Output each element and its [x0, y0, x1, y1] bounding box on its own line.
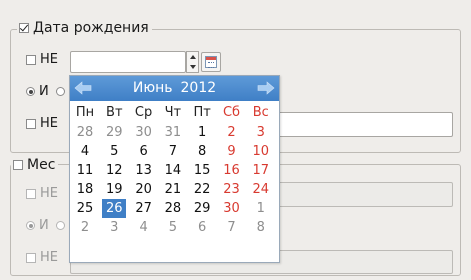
calendar-day[interactable]: 31 [161, 123, 185, 142]
birthdate-not2-label: НЕ [40, 116, 58, 131]
spin-up-icon[interactable] [190, 55, 196, 59]
birthdate-title: Дата рождения [33, 20, 149, 36]
calendar-day[interactable]: 19 [102, 180, 126, 199]
birthdate-and-label: И [39, 84, 49, 99]
calendar-day[interactable]: 10 [249, 142, 273, 161]
calendar-day[interactable]: 29 [190, 199, 214, 218]
calendar-day[interactable]: 14 [161, 161, 185, 180]
place-and-radio[interactable] [26, 221, 35, 230]
arrow-left-icon[interactable] [74, 81, 92, 95]
calendar-day[interactable]: 3 [249, 123, 273, 142]
calendar-day[interactable]: 2 [220, 123, 244, 142]
birthdate-and-row[interactable]: И [26, 84, 69, 99]
calendar-day[interactable]: 30 [220, 199, 244, 218]
calendar-day[interactable]: 20 [132, 180, 156, 199]
weekday-header: Ср [134, 105, 153, 120]
weekday-header: Сб [222, 105, 241, 120]
calendar-day[interactable]: 24 [249, 180, 273, 199]
birthdate-not2-row[interactable]: НЕ [26, 116, 58, 131]
calendar-day[interactable]: 6 [190, 218, 214, 237]
place-checkbox[interactable] [13, 160, 23, 170]
calendar-day[interactable]: 22 [190, 180, 214, 199]
calendar-day[interactable]: 30 [132, 123, 156, 142]
birthdate-input-2[interactable] [270, 112, 453, 137]
weekday-header: Вс [252, 105, 269, 120]
calendar-day[interactable]: 2 [73, 218, 97, 237]
place-not-row[interactable]: НЕ [26, 186, 58, 201]
calendar-day[interactable]: 15 [190, 161, 214, 180]
calendar-day[interactable]: 7 [220, 218, 244, 237]
place-not-checkbox[interactable] [26, 188, 36, 199]
calendar-title: Июнь 2012 [100, 80, 249, 96]
place-and-label: И [39, 218, 49, 233]
calendar-day[interactable]: 17 [249, 161, 273, 180]
calendar-year[interactable]: 2012 [181, 80, 217, 96]
calendar-day[interactable]: 28 [161, 199, 185, 218]
birthdate-spinner[interactable] [186, 51, 199, 73]
calendar-day[interactable]: 9 [220, 142, 244, 161]
calendar-day[interactable]: 26 [102, 199, 127, 218]
calendar-day[interactable]: 18 [73, 180, 97, 199]
place-input[interactable] [270, 182, 453, 207]
weekday-header: Вт [106, 105, 123, 120]
calendar-day[interactable]: 23 [220, 180, 244, 199]
weekday-header: Пт [193, 105, 211, 120]
place-title: Мес [27, 157, 56, 173]
arrow-right-icon[interactable] [257, 81, 275, 95]
calendar-day[interactable]: 25 [73, 199, 97, 218]
calendar-icon [205, 56, 217, 68]
calendar-day[interactable]: 4 [73, 142, 97, 161]
calendar-day[interactable]: 21 [161, 180, 185, 199]
place-or-radio[interactable] [55, 221, 65, 230]
birthdate-or-radio[interactable] [55, 87, 65, 96]
birthdate-not2-checkbox[interactable] [26, 118, 36, 129]
calendar-day[interactable]: 3 [102, 218, 126, 237]
place-not2-row[interactable]: НЕ [26, 250, 58, 265]
weekday-header: Пн [75, 105, 95, 120]
calendar-button[interactable] [201, 52, 221, 72]
place-not2-label: НЕ [40, 250, 58, 265]
calendar-day[interactable]: 27 [132, 199, 156, 218]
calendar-day[interactable]: 8 [190, 142, 214, 161]
place-not-label: НЕ [40, 186, 58, 201]
calendar-day[interactable]: 12 [102, 161, 126, 180]
calendar-day[interactable]: 5 [102, 142, 126, 161]
calendar-day[interactable]: 28 [73, 123, 97, 142]
calendar-header: Июнь 2012 [70, 76, 279, 101]
calendar-day[interactable]: 1 [249, 199, 273, 218]
birthdate-checkbox[interactable] [19, 23, 29, 33]
place-group-legend[interactable]: Мес [11, 157, 59, 173]
calendar-day[interactable]: 8 [249, 218, 273, 237]
calendar-month[interactable]: Июнь [133, 80, 173, 96]
place-not2-checkbox[interactable] [26, 252, 36, 263]
calendar-day[interactable]: 13 [132, 161, 156, 180]
birthdate-not-checkbox[interactable] [26, 54, 36, 65]
calendar-popup[interactable]: Июнь 2012 Пн Вт Ср Чт Пт Сб Вс 28 29 30 31 1 2 3 4 5 6 7 8 9… [69, 75, 280, 263]
calendar-day[interactable]: 7 [161, 142, 185, 161]
calendar-day[interactable]: 16 [220, 161, 244, 180]
calendar-day[interactable]: 6 [132, 142, 156, 161]
birthdate-and-radio[interactable] [26, 87, 35, 96]
calendar-day[interactable]: 5 [161, 218, 185, 237]
birthdate-not-label: НЕ [40, 52, 58, 67]
place-and-row[interactable]: И [26, 218, 69, 233]
birthdate-input[interactable] [70, 51, 186, 73]
calendar-day[interactable]: 11 [73, 161, 97, 180]
calendar-day[interactable]: 29 [102, 123, 126, 142]
calendar-day[interactable]: 1 [190, 123, 214, 142]
birthdate-not-row[interactable]: НЕ [26, 52, 58, 67]
birthdate-group-legend[interactable]: Дата рождения [17, 20, 152, 36]
weekday-header: Чт [164, 105, 182, 120]
calendar-day[interactable]: 4 [132, 218, 156, 237]
spin-down-icon[interactable] [190, 65, 196, 69]
